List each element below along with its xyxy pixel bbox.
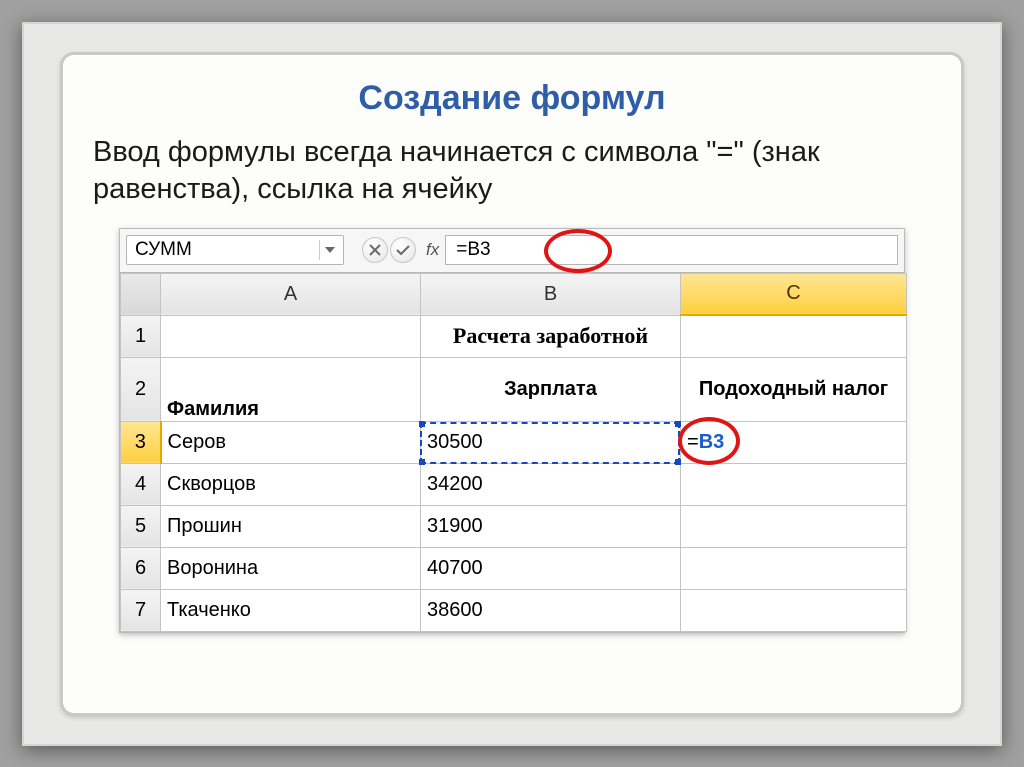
row-2: 2 Фамилия Зарплата Подоходный налог [121,357,907,421]
cell-C3-value: =B3 [687,431,724,453]
cell-A4[interactable]: Скворцов [161,463,421,505]
row-header-1[interactable]: 1 [121,315,161,357]
cell-B2[interactable]: Зарплата [421,357,681,421]
spreadsheet: A B C 1 Расчета заработной [120,273,904,632]
cell-C3[interactable]: =B3 [681,421,907,463]
formula-input-value: =B3 [456,239,490,261]
cell-A1[interactable] [161,315,421,357]
row-header-3[interactable]: 3 [121,421,161,463]
row-4: 4 Скворцов 34200 [121,463,907,505]
cell-C6[interactable] [681,547,907,589]
cell-C7[interactable] [681,589,907,631]
cell-B6[interactable]: 40700 [421,547,681,589]
select-all-corner[interactable] [121,273,161,315]
row-header-7[interactable]: 7 [121,589,161,631]
cell-B3[interactable]: 30500 [421,421,681,463]
row-6: 6 Воронина 40700 [121,547,907,589]
cell-A7[interactable]: Ткаченко [161,589,421,631]
cell-A2[interactable]: Фамилия [161,357,421,421]
formula-bar-buttons [362,237,416,263]
col-header-C[interactable]: C [681,273,907,315]
slide-frame: Создание формул Ввод формулы всегда начи… [22,22,1002,746]
row-7: 7 Ткаченко 38600 [121,589,907,631]
cell-A3[interactable]: Серов [161,421,421,463]
slide-body-text: Ввод формулы всегда начинается с символа… [93,134,931,208]
cell-C3-eq: = [687,431,699,453]
row-header-6[interactable]: 6 [121,547,161,589]
cell-B7[interactable]: 38600 [421,589,681,631]
spreadsheet-grid[interactable]: A B C 1 Расчета заработной [120,273,907,632]
slide-content: Создание формул Ввод формулы всегда начи… [60,52,964,716]
row-1: 1 Расчета заработной [121,315,907,357]
col-header-B[interactable]: B [421,273,681,315]
cell-C2[interactable]: Подоходный налог [681,357,907,421]
row-3: 3 Серов 30500 =B3 [121,421,907,463]
cell-C1[interactable] [681,315,907,357]
enter-formula-button[interactable] [390,237,416,263]
row-header-4[interactable]: 4 [121,463,161,505]
cell-C5[interactable] [681,505,907,547]
row-header-5[interactable]: 5 [121,505,161,547]
cell-C3-ref: B3 [699,431,725,453]
row-header-2[interactable]: 2 [121,357,161,421]
name-box-value: СУММ [135,239,192,261]
cell-C4[interactable] [681,463,907,505]
cell-B5[interactable]: 31900 [421,505,681,547]
cell-A6[interactable]: Воронина [161,547,421,589]
excel-screenshot: СУММ fx =B3 [119,228,905,633]
cancel-formula-button[interactable] [362,237,388,263]
cell-B4[interactable]: 34200 [421,463,681,505]
name-box[interactable]: СУММ [126,235,344,265]
name-box-dropdown-icon[interactable] [319,240,339,260]
fx-icon[interactable]: fx [426,240,439,260]
slide-title: Создание формул [93,79,931,118]
cell-B1[interactable]: Расчета заработной [421,315,681,357]
cell-A5[interactable]: Прошин [161,505,421,547]
column-header-row: A B C [121,273,907,315]
formula-bar: СУММ fx =B3 [120,229,904,273]
col-header-A[interactable]: A [161,273,421,315]
row-5: 5 Прошин 31900 [121,505,907,547]
formula-input[interactable]: =B3 [445,235,898,265]
